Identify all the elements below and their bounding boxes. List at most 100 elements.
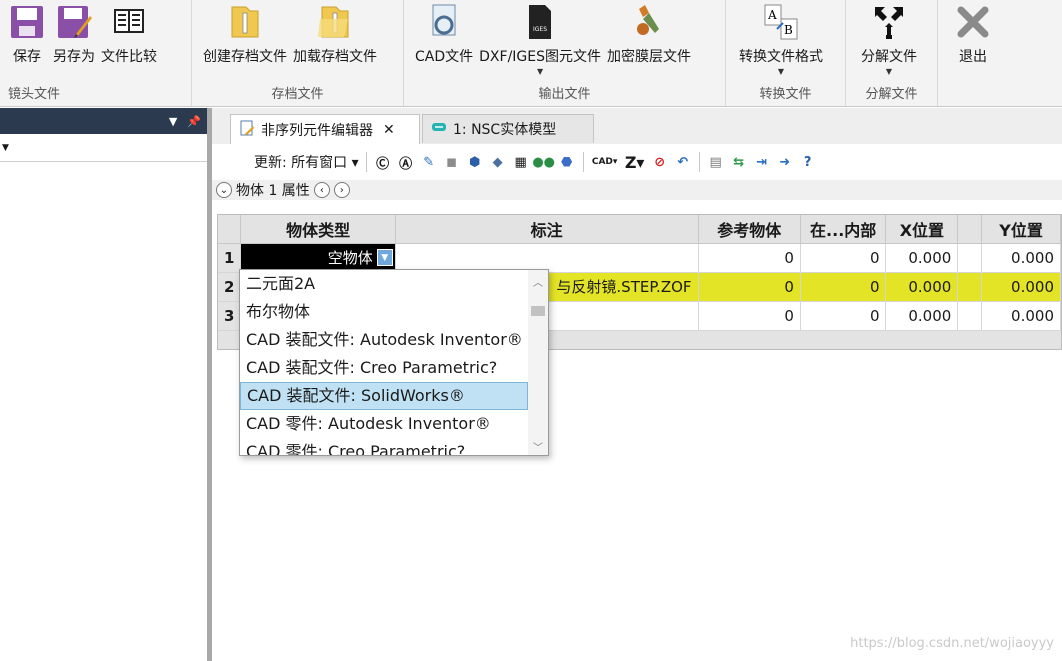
x-position-cell[interactable]: 0.000: [885, 243, 959, 273]
create-archive-label: 创建存档文件: [203, 49, 287, 65]
right-arrow-icon[interactable]: ➜: [776, 153, 794, 171]
load-archive-button[interactable]: 加载存档文件: [290, 0, 380, 86]
row-number[interactable]: 1: [218, 243, 242, 273]
row-number[interactable]: 3: [218, 301, 242, 331]
table-row[interactable]: 1 空物体 ▼ 0 0 0.000 0.000: [218, 243, 1061, 273]
refresh-icon[interactable]: Ⓒ: [374, 153, 392, 172]
left-panel-dropdown[interactable]: ▼: [0, 134, 207, 162]
shaded-model-icon[interactable]: ◼: [443, 153, 461, 171]
solve-cell[interactable]: [957, 301, 983, 331]
row-number[interactable]: 2: [218, 272, 242, 302]
undo-icon[interactable]: ↶: [674, 153, 692, 171]
group-output-file: CAD文件 IGES DXF/IGES图元文件 ▼ 加密膜层文件 输出文件: [404, 0, 726, 106]
list-item[interactable]: CAD 零件: Autodesk Inventor®: [240, 410, 528, 438]
inside-of-cell[interactable]: 0: [800, 272, 887, 302]
y-position-cell[interactable]: 0.000: [981, 301, 1061, 331]
dxf-file-icon: IGES: [520, 2, 560, 42]
pin-icon[interactable]: 📌: [187, 115, 201, 128]
create-archive-button[interactable]: 创建存档文件: [200, 0, 290, 86]
wireframe-icon[interactable]: ◆: [489, 153, 507, 171]
x-position-cell[interactable]: 0.000: [885, 301, 959, 331]
solid-model-icon: [431, 121, 447, 137]
list-item[interactable]: CAD 装配文件: Creo Parametric?: [240, 354, 528, 382]
column-header[interactable]: Y位置: [981, 215, 1061, 244]
group-label-exit: [938, 86, 1013, 106]
list-item-selected[interactable]: CAD 装配文件: SolidWorks®: [240, 382, 528, 410]
join-arrows-icon[interactable]: ⇥: [753, 153, 771, 171]
compare-files-icon: [109, 2, 149, 42]
compare-files-button[interactable]: 文件比较: [98, 0, 160, 86]
group-archive-file: 创建存档文件 加载存档文件 存档文件: [192, 0, 404, 106]
separator: [582, 152, 584, 172]
scrollbar-thumb[interactable]: [531, 306, 545, 316]
solve-cell[interactable]: [957, 272, 983, 302]
document-icon[interactable]: ▤: [707, 153, 725, 171]
cad-file-button[interactable]: CAD文件: [412, 0, 476, 86]
group-split-file: 分解文件 ▼ 分解文件: [846, 0, 938, 106]
encrypt-coating-button[interactable]: 加密膜层文件: [604, 0, 694, 86]
list-item[interactable]: CAD 零件: Creo Parametric?: [240, 438, 528, 455]
grid-view-icon[interactable]: ▦: [512, 153, 530, 171]
exit-label: 退出: [959, 49, 987, 65]
convert-format-label: 转换文件格式: [739, 49, 823, 65]
scroll-down-icon[interactable]: ﹀: [528, 439, 548, 454]
dxf-iges-button[interactable]: IGES DXF/IGES图元文件 ▼: [476, 0, 604, 86]
update-dropdown[interactable]: 更新: 所有窗口 ▾: [254, 152, 359, 172]
expand-properties-icon[interactable]: ⌄: [216, 182, 232, 198]
object-type-cell[interactable]: 空物体 ▼: [240, 243, 396, 273]
list-item[interactable]: 二元面2A: [240, 270, 528, 298]
cad-menu-icon[interactable]: CAD ▾: [591, 153, 619, 171]
separator: [365, 152, 367, 172]
list-item[interactable]: 布尔物体: [240, 298, 528, 326]
layout-icon[interactable]: ✎: [420, 153, 438, 171]
convert-format-button[interactable]: AB 转换文件格式 ▼: [736, 0, 826, 86]
ref-object-cell[interactable]: 0: [698, 272, 801, 302]
ref-object-cell[interactable]: 0: [698, 243, 801, 273]
folder-zip-open-icon: [315, 2, 355, 42]
prev-object-icon[interactable]: ‹: [313, 182, 330, 198]
comment-cell[interactable]: [395, 243, 699, 273]
save-as-label: 另存为: [53, 49, 95, 65]
dropdown-scrollbar[interactable]: ︿ ﹀: [528, 270, 548, 455]
column-header[interactable]: 在...内部: [800, 215, 887, 244]
column-header[interactable]: 标注: [395, 215, 699, 244]
dropdown-arrow-icon[interactable]: ▼: [376, 248, 393, 266]
swap-arrows-icon[interactable]: ⇆: [730, 153, 748, 171]
inside-of-cell[interactable]: 0: [800, 243, 887, 273]
solid-view-icon[interactable]: ⬢: [466, 153, 484, 171]
next-object-icon[interactable]: ›: [333, 182, 350, 198]
left-panel-header: ▼ 📌: [0, 108, 207, 134]
grid-header-row: 物体类型 标注 参考物体 在...内部 X位置 Y位置: [218, 215, 1061, 244]
lens-pair-icon[interactable]: ●●: [532, 153, 555, 171]
ribbon: 保存 另存为 文件比较 镜头文件 创建存档文件 加载存档文件 存档文件 CAD文…: [0, 0, 1062, 107]
y-position-cell[interactable]: 0.000: [981, 243, 1061, 273]
split-file-button[interactable]: 分解文件 ▼: [858, 0, 920, 86]
column-header[interactable]: X位置: [885, 215, 959, 244]
watermark-text: https://blog.csdn.net/wojiaoyyy: [850, 636, 1054, 651]
z-menu-icon[interactable]: Z▾: [624, 153, 646, 172]
scroll-up-icon[interactable]: ︿: [528, 274, 548, 289]
ref-object-cell[interactable]: 0: [698, 301, 801, 331]
save-button[interactable]: 保存: [4, 0, 50, 86]
hexagon-icon[interactable]: ⬣: [558, 153, 576, 171]
exit-button[interactable]: 退出: [950, 0, 996, 86]
inside-of-cell[interactable]: 0: [800, 301, 887, 331]
no-entry-icon[interactable]: ⊘: [651, 153, 669, 171]
refresh-all-icon[interactable]: Ⓐ: [397, 153, 415, 172]
column-header[interactable]: 物体类型: [240, 215, 396, 244]
y-position-cell[interactable]: 0.000: [981, 272, 1061, 302]
properties-label: 物体 1 属性: [236, 183, 310, 199]
tab-nonsequential-editor[interactable]: 非序列元件编辑器 ✕: [230, 114, 420, 144]
save-as-button[interactable]: 另存为: [50, 0, 98, 86]
panel-menu-arrow-icon[interactable]: ▼: [169, 115, 177, 128]
object-properties-bar: ⌄ 物体 1 属性 ‹ ›: [212, 180, 1062, 200]
close-icon[interactable]: ✕: [383, 122, 395, 138]
object-type-dropdown-list[interactable]: 二元面2A 布尔物体 CAD 装配文件: Autodesk Inventor® …: [239, 269, 549, 456]
help-icon[interactable]: ?: [799, 153, 817, 171]
list-item[interactable]: CAD 装配文件: Autodesk Inventor®: [240, 326, 528, 354]
tab-nsc-solid-model[interactable]: 1: NSC实体模型: [422, 114, 594, 143]
solve-cell[interactable]: [957, 243, 983, 273]
x-position-cell[interactable]: 0.000: [885, 272, 959, 302]
column-header[interactable]: 参考物体: [698, 215, 801, 244]
separator: [698, 152, 700, 172]
